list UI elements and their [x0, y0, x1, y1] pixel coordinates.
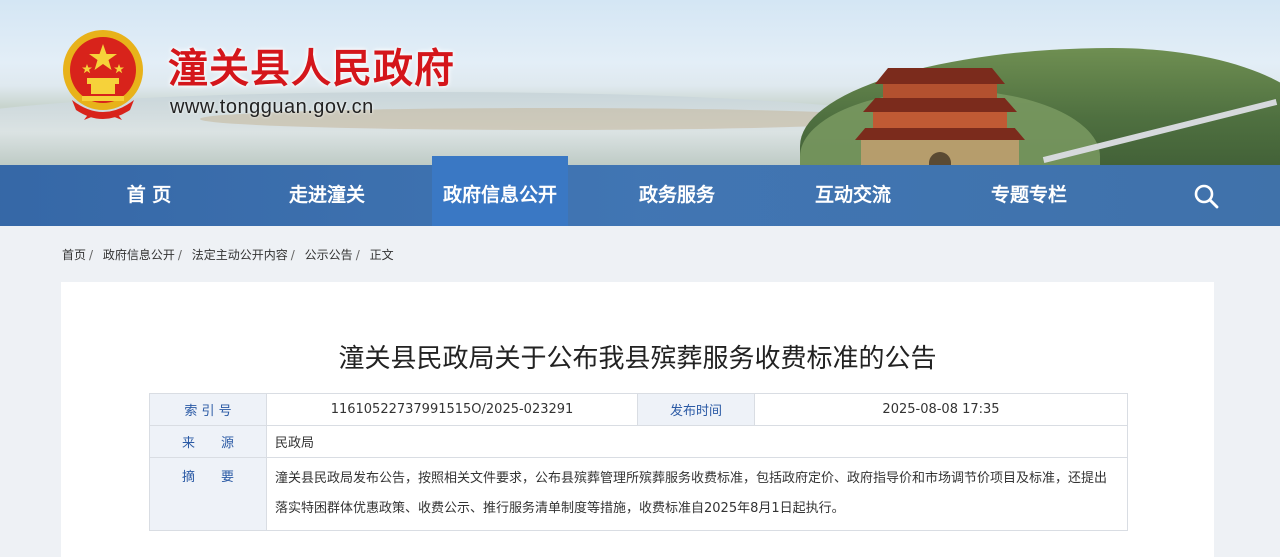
breadcrumb-home[interactable]: 首页: [62, 248, 86, 262]
date-value: 2025-08-08 17:35: [754, 393, 1128, 426]
nav-item-topics[interactable]: 专题专栏: [970, 165, 1088, 226]
site-title[interactable]: 潼关县人民政府: [168, 36, 455, 94]
meta-row-summary: 摘 要 潼关县民政局发布公告，按照相关文件要求，公布县殡葬管理所殡葬服务收费标准…: [149, 457, 1128, 531]
search-icon[interactable]: [1192, 182, 1220, 210]
breadcrumb: 首页 / 政府信息公开 / 法定主动公开内容 / 公示公告 / 正文: [62, 248, 394, 262]
breadcrumb-notices[interactable]: 公示公告: [305, 248, 353, 262]
national-emblem-icon: [63, 30, 143, 120]
date-label: 发布时间: [637, 393, 755, 426]
meta-row-index: 索 引 号 11610522737991515O/2025-023291 发布时…: [149, 393, 1128, 426]
article-panel: 潼关县民政局关于公布我县殡葬服务收费标准的公告 索 引 号 1161052273…: [61, 282, 1214, 557]
main-nav: 首 页 走进潼关 政府信息公开 政务服务 互动交流 专题专栏: [0, 156, 1280, 226]
index-label: 索 引 号: [149, 393, 267, 426]
nav-item-about[interactable]: 走进潼关: [268, 165, 386, 226]
nav-item-services[interactable]: 政务服务: [618, 165, 736, 226]
summary-value: 潼关县民政局发布公告，按照相关文件要求，公布县殡葬管理所殡葬服务收费标准，包括政…: [266, 457, 1128, 531]
index-value: 11610522737991515O/2025-023291: [266, 393, 638, 426]
breadcrumb-current: 正文: [369, 248, 394, 262]
article-title: 潼关县民政局关于公布我县殡葬服务收费标准的公告: [338, 344, 937, 374]
source-value: 民政局: [266, 425, 1128, 458]
banner-gate-tower: [855, 68, 1025, 165]
nav-item-home[interactable]: 首 页: [90, 165, 208, 226]
breadcrumb-gov-info[interactable]: 政府信息公开: [103, 248, 175, 262]
nav-item-gov-info[interactable]: 政府信息公开: [432, 156, 568, 226]
article-meta-table: 索 引 号 11610522737991515O/2025-023291 发布时…: [149, 393, 1128, 531]
summary-label: 摘 要: [149, 457, 267, 531]
nav-item-interaction[interactable]: 互动交流: [794, 165, 912, 226]
site-url[interactable]: www.tongguan.gov.cn: [170, 96, 374, 119]
source-label: 来 源: [149, 425, 267, 458]
meta-row-source: 来 源 民政局: [149, 425, 1128, 458]
header-banner: 潼关县人民政府 www.tongguan.gov.cn: [0, 0, 1280, 165]
breadcrumb-statutory[interactable]: 法定主动公开内容: [192, 248, 288, 262]
